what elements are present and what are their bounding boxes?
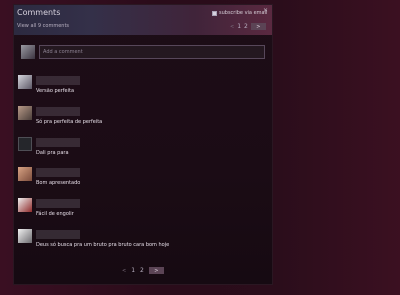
comment-author[interactable]	[36, 107, 80, 116]
comment-avatar	[18, 75, 32, 89]
comment-author[interactable]	[36, 168, 80, 177]
close-icon[interactable]: ×	[263, 7, 268, 14]
comment-input[interactable]: Add a comment	[39, 45, 265, 59]
comment-author[interactable]	[36, 76, 80, 85]
bottom-pagination: < 1 2 >	[122, 267, 164, 274]
comment-avatar	[18, 106, 32, 120]
comment-avatar	[18, 198, 32, 212]
page-1-link[interactable]: 1	[131, 267, 135, 274]
prev-page-icon[interactable]: <	[230, 24, 234, 30]
comment-item: Bom apresentado	[18, 167, 80, 186]
comment-item: Só pra perfeita de perfeita	[18, 106, 102, 125]
comment-item: Fácil de engolir	[18, 198, 80, 217]
comment-text: Fácil de engolir	[36, 211, 74, 217]
next-page-button[interactable]: >	[250, 23, 266, 30]
comments-panel: Comments View all 9 comments subscribe v…	[13, 4, 273, 285]
comment-text: Deus só busca pra um bruto pra bruto car…	[36, 242, 170, 248]
comment-text: Dali pra para	[36, 150, 69, 156]
comment-author[interactable]	[36, 199, 80, 208]
view-all-comments-link[interactable]: View all 9 comments	[17, 23, 69, 29]
comment-avatar	[18, 167, 32, 181]
comment-item: Deus só busca pra um bruto pra bruto car…	[18, 229, 169, 248]
page-2-link[interactable]: 2	[244, 23, 248, 30]
prev-page-icon[interactable]: <	[122, 268, 126, 274]
comment-author[interactable]	[36, 138, 80, 147]
comment-compose: Add a comment	[21, 43, 265, 61]
page-1-link[interactable]: 1	[237, 23, 241, 30]
comment-item: Versão perfeita	[18, 75, 80, 94]
top-pagination: < 1 2 >	[230, 23, 266, 30]
page-2-link[interactable]: 2	[140, 267, 144, 274]
comment-text: Versão perfeita	[36, 88, 75, 94]
next-page-button[interactable]: >	[148, 267, 164, 274]
subscribe-checkbox[interactable]	[212, 10, 217, 16]
comment-avatar	[18, 229, 32, 243]
comments-header: Comments View all 9 comments subscribe v…	[14, 5, 272, 35]
comment-avatar	[18, 137, 32, 151]
comments-title: Comments	[17, 8, 61, 17]
comment-text: Só pra perfeita de perfeita	[36, 119, 103, 125]
comment-item: Dali pra para	[18, 137, 80, 156]
user-avatar	[21, 45, 35, 59]
subscribe-label: subscribe via email	[219, 10, 268, 16]
comment-text: Bom apresentado	[36, 180, 81, 186]
comment-author[interactable]	[36, 230, 80, 239]
subscribe-option[interactable]: subscribe via email	[212, 10, 267, 16]
